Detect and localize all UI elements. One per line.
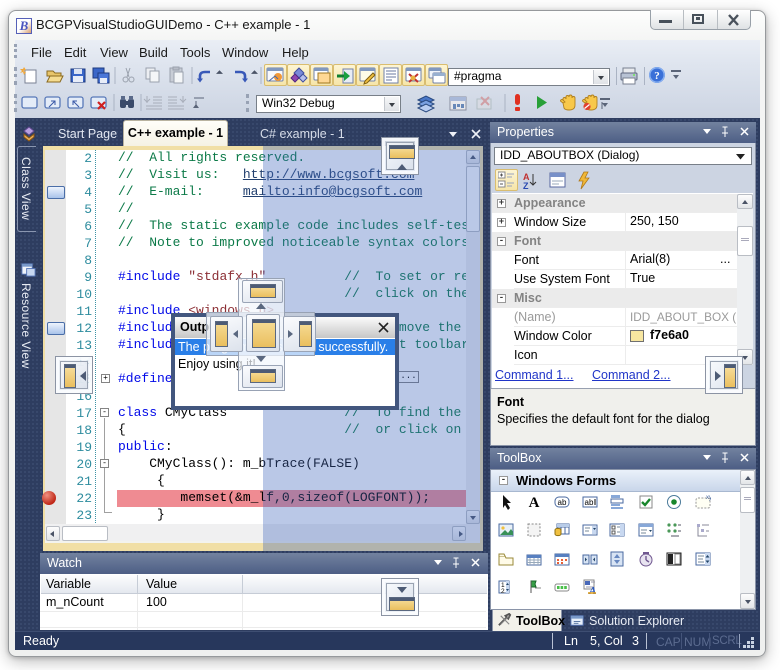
svg-text:2: 2 bbox=[501, 588, 505, 595]
svg-text:A: A bbox=[529, 495, 540, 510]
svg-text:Z: Z bbox=[523, 181, 529, 191]
svg-text:?: ? bbox=[654, 70, 660, 82]
svg-text:xy: xy bbox=[706, 495, 711, 501]
svg-text:ab: ab bbox=[585, 498, 594, 507]
svg-text:ab: ab bbox=[558, 498, 567, 507]
